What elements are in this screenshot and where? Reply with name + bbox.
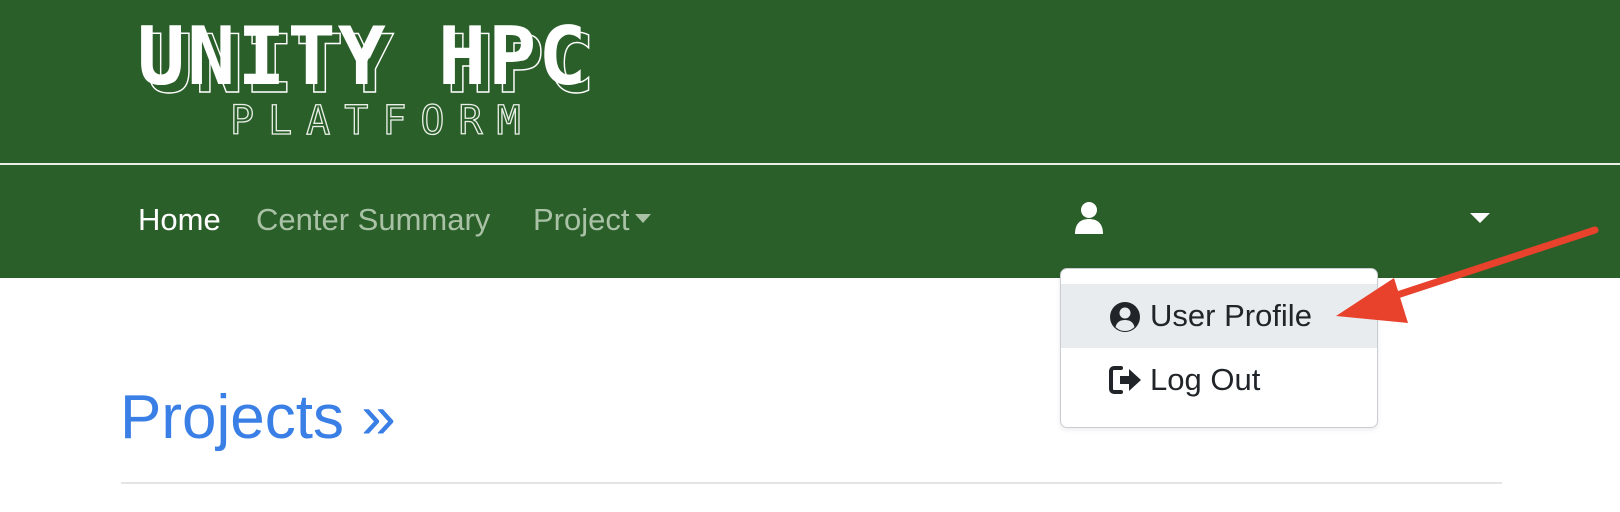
user-circle-icon bbox=[1109, 301, 1141, 341]
svg-text:PLATFORM: PLATFORM bbox=[230, 98, 535, 144]
red-arrow-annotation bbox=[1336, 226, 1599, 323]
svg-text:UNITY HPC: UNITY HPC bbox=[137, 10, 588, 103]
nav-center-summary-link[interactable]: Center Summary bbox=[256, 202, 490, 238]
nav-home-link[interactable]: Home bbox=[138, 202, 221, 238]
nav-project-dropdown[interactable]: Project bbox=[533, 202, 652, 238]
nav-project-label: Project bbox=[533, 202, 630, 237]
site-banner: UNITY HPC UNITY HPC PLATFORM bbox=[0, 0, 1620, 163]
log-out-menu-item[interactable]: Log Out bbox=[1061, 348, 1377, 412]
page-title-projects-link[interactable]: Projects » bbox=[120, 382, 396, 453]
sign-out-icon bbox=[1109, 365, 1143, 403]
horizontal-divider bbox=[121, 482, 1502, 484]
log-out-label: Log Out bbox=[1150, 362, 1261, 397]
chevron-down-icon bbox=[635, 214, 652, 224]
user-icon bbox=[1074, 201, 1104, 240]
unity-hpc-logo[interactable]: UNITY HPC UNITY HPC PLATFORM bbox=[135, 10, 605, 148]
user-profile-label: User Profile bbox=[1150, 298, 1312, 333]
